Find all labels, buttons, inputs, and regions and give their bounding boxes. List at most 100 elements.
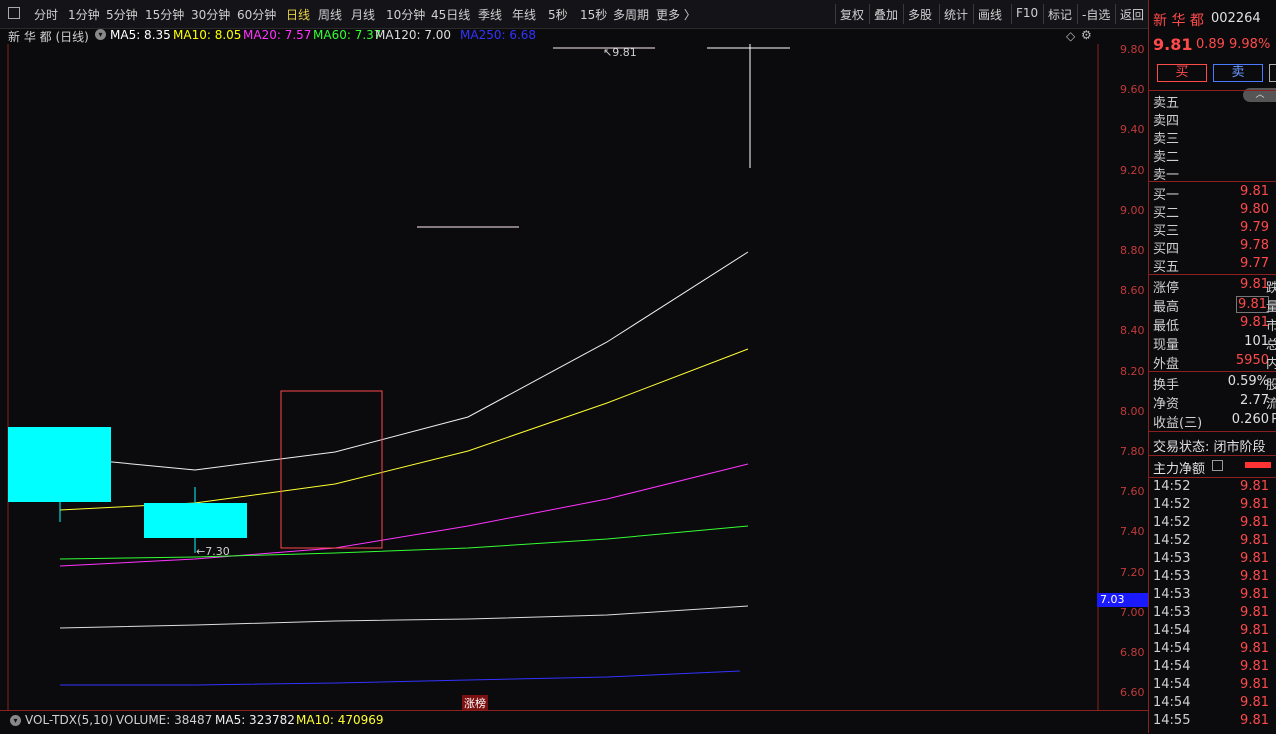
bid-price: 9.81 — [1240, 184, 1269, 199]
buy-button[interactable]: 买 — [1157, 64, 1207, 82]
panel-toggle-icon[interactable] — [8, 7, 20, 19]
stat-value: 0.260 — [1231, 412, 1269, 427]
tick-price: 9.81 — [1240, 533, 1269, 548]
last-price: 9.81 — [1153, 35, 1193, 54]
bid-label: 买一 — [1153, 188, 1180, 203]
stock-name: 新 华 都 — [1153, 13, 1204, 29]
toolbar-button[interactable]: 标记 — [1048, 6, 1072, 23]
bid-row[interactable]: 买四 9.78 — [1153, 238, 1276, 257]
period-tab[interactable]: 5秒 — [548, 6, 568, 23]
sell-button[interactable]: 卖 — [1213, 64, 1263, 82]
ask-row[interactable]: 卖三 — [1153, 128, 1276, 147]
y-tick-label: 7.20 — [1120, 565, 1145, 579]
period-tab[interactable]: 15秒 — [580, 6, 607, 23]
bid-row[interactable]: 买三 9.79 — [1153, 220, 1276, 239]
toolbar-button[interactable]: 画线 — [978, 6, 1002, 23]
quote-panel: 新 华 都 002264 9.81 0.89 9.98% 买 卖 ︿ 卖五 卖四卖… — [1148, 0, 1276, 733]
ask-row[interactable]: 卖一 — [1153, 164, 1276, 183]
ma120-line — [59, 605, 749, 629]
period-tab[interactable]: 月线 — [351, 6, 375, 23]
ask-label: 卖五 — [1153, 96, 1180, 111]
separator — [1043, 4, 1044, 24]
tick-row: 14:53 9.81 — [1153, 605, 1276, 623]
tick-time: 14:52 — [1153, 533, 1191, 548]
period-tab[interactable]: 分时 — [34, 6, 58, 23]
stat-row: 最高 9.81 量 — [1153, 296, 1276, 315]
tick-time: 14:54 — [1153, 695, 1191, 710]
period-tab[interactable]: 更多 〉 — [656, 6, 696, 23]
tick-price: 9.81 — [1240, 551, 1269, 566]
toolbar-button[interactable]: -自选 — [1082, 6, 1110, 23]
period-tab[interactable]: 1分钟 — [68, 6, 100, 23]
stat-ext: 总 — [1265, 338, 1276, 353]
ask-label: 卖三 — [1153, 132, 1180, 147]
ma10-line — [59, 348, 749, 511]
period-tab[interactable]: 10分钟 — [386, 6, 425, 23]
chart-title: 新 华 都 (日线) — [8, 30, 89, 44]
bid-label: 买二 — [1153, 206, 1180, 221]
ma-indicator: MA120: 7.00 — [375, 28, 452, 42]
period-tab[interactable]: 30分钟 — [191, 6, 230, 23]
period-tab[interactable]: 多周期 — [613, 6, 649, 23]
buy-label: 买 — [1175, 65, 1189, 80]
ask-row[interactable]: 卖五 — [1153, 92, 1276, 111]
bid-row[interactable]: 买一 9.81 — [1153, 184, 1276, 203]
tick-time: 14:53 — [1153, 605, 1191, 620]
ask-row[interactable]: 卖二 — [1153, 146, 1276, 165]
bid-row[interactable]: 买五 9.77 — [1153, 256, 1276, 275]
tick-row: 14:53 9.81 — [1153, 587, 1276, 605]
volume-collapse-icon[interactable]: ▾ — [10, 715, 21, 726]
list-icon[interactable] — [1212, 460, 1223, 471]
toolbar-button[interactable]: 复权 — [840, 6, 864, 23]
bid-price: 9.78 — [1240, 238, 1269, 253]
y-tick-label: 7.60 — [1120, 485, 1145, 499]
period-tab[interactable]: 45日线 — [431, 6, 470, 23]
stat-row: 换手 0.59% 股 — [1153, 374, 1276, 393]
collapse-icon[interactable]: ▾ — [95, 29, 106, 40]
tick-price: 9.81 — [1240, 641, 1269, 656]
candle[interactable] — [144, 503, 247, 538]
volume-indicator-line: ▾ VOL-TDX(5,10) VOLUME: 38487 MA5: 32378… — [0, 710, 1148, 734]
tick-time: 14:55 — [1153, 713, 1191, 728]
volume-label: VOL-TDX(5,10) — [25, 713, 114, 727]
stat-row: 最低 9.81 市 — [1153, 315, 1276, 334]
tick-price: 9.81 — [1240, 695, 1269, 710]
diamond-icon[interactable]: ◇ — [1066, 29, 1075, 43]
event-tag[interactable]: 涨榜 — [462, 695, 488, 711]
ma-indicator: MA250: 6.68 — [460, 28, 537, 42]
price-chart[interactable] — [0, 44, 1148, 710]
period-tab[interactable]: 5分钟 — [106, 6, 138, 23]
more-button[interactable] — [1269, 64, 1276, 82]
period-tab[interactable]: 日线 — [286, 6, 310, 23]
period-tab[interactable]: 60分钟 — [237, 6, 276, 23]
y-tick-label: 8.60 — [1120, 284, 1145, 298]
ask-row[interactable]: 卖四 — [1153, 110, 1276, 129]
low-value: 7.30 — [205, 545, 230, 558]
tick-price: 9.81 — [1240, 659, 1269, 674]
bid-label: 买四 — [1153, 242, 1180, 257]
bid-row[interactable]: 买二 9.80 — [1153, 202, 1276, 221]
settings-icon[interactable]: ⚙ — [1081, 28, 1092, 42]
toolbar-button[interactable]: F10 — [1016, 6, 1038, 20]
high-value: 9.81 — [612, 46, 637, 59]
ma5-line — [59, 251, 749, 471]
y-tick-label: 8.00 — [1120, 404, 1145, 418]
y-tick-label: 9.20 — [1120, 163, 1145, 177]
period-tab[interactable]: 年线 — [512, 6, 536, 23]
toolbar-button[interactable]: 叠加 — [874, 6, 898, 23]
price-change: 0.89 — [1196, 37, 1225, 52]
tick-price: 9.81 — [1240, 569, 1269, 584]
toolbar-button[interactable]: 返回 — [1120, 6, 1144, 23]
period-tab[interactable]: 周线 — [318, 6, 342, 23]
stat-value: 0.59% — [1227, 374, 1269, 389]
candle[interactable] — [280, 390, 383, 549]
y-tick-label: 9.60 — [1120, 83, 1145, 97]
period-tab[interactable]: 15分钟 — [145, 6, 184, 23]
period-tab[interactable]: 季线 — [478, 6, 502, 23]
candle[interactable] — [8, 427, 111, 502]
toolbar-button[interactable]: 多股 — [908, 6, 932, 23]
stat-ext: 跌 — [1265, 281, 1276, 296]
toolbar-button[interactable]: 统计 — [944, 6, 968, 23]
trade-status: 交易状态: 闭市阶段 — [1153, 440, 1266, 455]
tick-time: 14:53 — [1153, 551, 1191, 566]
